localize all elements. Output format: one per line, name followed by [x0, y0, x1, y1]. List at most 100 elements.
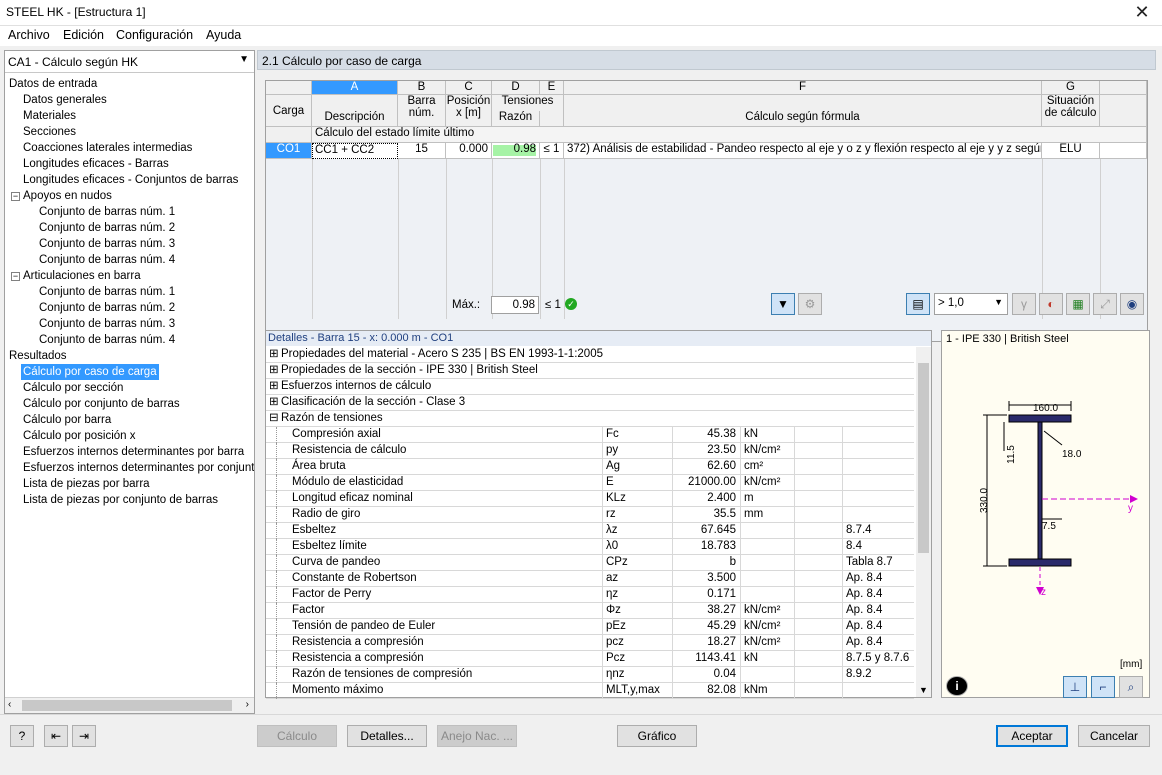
tree-item[interactable]: Conjunto de barras núm. 3 — [39, 316, 175, 332]
col-letter-c[interactable]: C — [446, 81, 492, 95]
tree-item[interactable]: Esfuerzos internos determinantes por con… — [23, 460, 254, 476]
graph-button[interactable]: Gráfico — [617, 725, 697, 747]
tree-item[interactable]: Conjunto de barras núm. 4 — [39, 252, 175, 268]
details-group[interactable]: ⊟ Razón de tensiones — [266, 411, 914, 427]
tree-item[interactable]: Materiales — [23, 108, 76, 124]
filter-select[interactable]: > 1,0 ▼ — [934, 293, 1008, 315]
tree-item[interactable]: Lista de piezas por barra — [23, 476, 150, 492]
details-row: Razón de tensiones de compresión ηnz 0.04 8… — [266, 667, 914, 683]
details-button[interactable]: Detalles... — [347, 725, 427, 747]
tree-item[interactable]: Conjunto de barras núm. 4 — [39, 332, 175, 348]
row-carga[interactable]: CO1 — [266, 143, 312, 159]
details-group[interactable]: ⊞ Clasificación de la sección - Clase 3 — [266, 395, 914, 411]
tree-item-supports[interactable]: Apoyos en nudos — [23, 188, 112, 204]
import-icon[interactable]: ⇤ — [44, 725, 68, 747]
ratio-filter-icon[interactable]: γ — [1012, 293, 1036, 315]
tree-item[interactable]: Cálculo por sección — [23, 380, 123, 396]
menu-ayuda[interactable]: Ayuda — [206, 28, 241, 42]
vertical-scrollbar[interactable]: ▼ — [916, 347, 931, 697]
row-barra[interactable]: 15 — [398, 143, 446, 159]
scroll-down-icon[interactable]: ▼ — [919, 685, 928, 695]
export-icon[interactable]: ⇥ — [72, 725, 96, 747]
chevron-down-icon[interactable]: ▼ — [994, 297, 1003, 307]
scrollbar-thumb[interactable] — [918, 363, 929, 553]
tree-item[interactable]: Conjunto de barras núm. 2 — [39, 220, 175, 236]
annex-button[interactable]: Anejo Nac. ... — [437, 725, 517, 747]
expand-icon[interactable]: ⊞ — [269, 379, 279, 394]
horizontal-scrollbar[interactable]: ‹ › — [5, 697, 254, 713]
col-letter-d[interactable]: D — [492, 81, 540, 95]
case-select[interactable]: CA1 - Cálculo según HK ▼ — [5, 51, 254, 73]
tree-item[interactable]: Cálculo por conjunto de barras — [23, 396, 180, 412]
details-group[interactable]: ⊞ Propiedades del material - Acero S 235 … — [266, 347, 914, 363]
ok-button[interactable]: Aceptar — [996, 725, 1068, 747]
tree-item[interactable]: Coacciones laterales intermedias — [23, 140, 192, 156]
col-letter-g[interactable]: G — [1042, 81, 1100, 95]
tree-item[interactable]: Lista de piezas por conjunto de barras — [23, 492, 218, 508]
scroll-right-icon[interactable]: › — [246, 699, 249, 710]
menu-configuracion[interactable]: Configuración — [116, 28, 193, 42]
tree-item[interactable]: Conjunto de barras núm. 2 — [39, 300, 175, 316]
col-letter-b[interactable]: B — [398, 81, 446, 95]
details-group[interactable]: ⊞ Esfuerzos internos de cálculo — [266, 379, 914, 395]
menu-archivo[interactable]: Archivo — [8, 28, 50, 42]
tree-item-hinges[interactable]: Articulaciones en barra — [23, 268, 141, 284]
color-scale-icon[interactable]: ◐ — [1039, 293, 1063, 315]
tree-item[interactable]: Conjunto de barras núm. 3 — [39, 236, 175, 252]
show-stresses-icon[interactable]: ⊥ — [1063, 676, 1087, 698]
tree-item[interactable]: Cálculo por barra — [23, 412, 111, 428]
row-razon[interactable]: 0.98 — [492, 143, 540, 159]
tree-item[interactable]: Secciones — [23, 124, 76, 140]
tree-item[interactable]: Cálculo por posición x — [23, 428, 136, 444]
tree-item[interactable]: Esfuerzos internos determinantes por bar… — [23, 444, 244, 460]
select-member-icon[interactable]: ⤢ — [1093, 293, 1117, 315]
details-row-name: Resistencia de cálculo — [292, 444, 407, 456]
details-row-symbol: E — [606, 476, 614, 488]
dim-tf: 11.5 — [1005, 445, 1017, 464]
details-row: Longitud eficaz nominal KLz 2.400 m — [266, 491, 914, 507]
info-icon[interactable]: i — [946, 676, 968, 696]
col-letter-a[interactable]: A — [312, 81, 398, 95]
expand-icon[interactable]: ⊞ — [269, 347, 279, 362]
show-ratios-icon[interactable]: ▤ — [906, 293, 930, 315]
collapse-icon[interactable]: − — [11, 272, 20, 281]
tree-item[interactable]: Longitudes eficaces - Barras — [23, 156, 169, 172]
close-icon[interactable]: ✕ — [1130, 2, 1154, 22]
collapse-icon[interactable]: − — [11, 192, 20, 201]
tree-item[interactable]: Longitudes eficaces - Conjuntos de barra… — [23, 172, 238, 188]
col-letter-empty — [1100, 81, 1147, 95]
export-excel-icon[interactable]: ▦ — [1066, 293, 1090, 315]
collapse-icon[interactable]: ⊟ — [269, 411, 279, 426]
details-row-value: 35.5 — [713, 508, 736, 520]
cancel-button[interactable]: Cancelar — [1078, 725, 1150, 747]
zoom-icon[interactable]: ⌕ — [1119, 676, 1143, 698]
details-group[interactable]: ⊞ Propiedades de la sección - IPE 330 | B… — [266, 363, 914, 379]
show-dimensions-icon[interactable]: ⌐ — [1091, 676, 1115, 698]
row-formula[interactable]: 372) Análisis de estabilidad - Pandeo re… — [564, 143, 1042, 159]
tree-item[interactable]: Datos generales — [23, 92, 107, 108]
row-posicion[interactable]: 0.000 — [446, 143, 492, 159]
tree-item[interactable]: Conjunto de barras núm. 1 — [39, 284, 175, 300]
help-icon[interactable]: ? — [10, 725, 34, 747]
details-panel: Detalles - Barra 15 - x: 0.000 m - CO1 ⊞… — [265, 330, 932, 699]
expand-icon[interactable]: ⊞ — [269, 363, 279, 378]
row-le[interactable]: ≤ 1 — [540, 143, 564, 159]
scrollbar-thumb[interactable] — [22, 700, 232, 711]
details-row-symbol: MLT,y,max — [606, 684, 660, 696]
col-letter-e[interactable]: E — [540, 81, 564, 95]
tree-results-root[interactable]: Resultados — [9, 348, 67, 364]
scroll-left-icon[interactable]: ‹ — [8, 699, 11, 710]
tree-item-selected[interactable]: Cálculo por caso de carga — [21, 364, 159, 380]
tree-input-root[interactable]: Datos de entrada — [9, 76, 97, 92]
col-letter-f[interactable]: F — [564, 81, 1042, 95]
result-bars-icon[interactable]: ▼ — [771, 293, 795, 315]
row-desc[interactable]: CC1 + CC2 — [312, 143, 398, 159]
row-situacion[interactable]: ELU — [1042, 143, 1100, 159]
tree-item[interactable]: Conjunto de barras núm. 1 — [39, 204, 175, 220]
menu-edicion[interactable]: Edición — [63, 28, 104, 42]
chevron-down-icon[interactable]: ▼ — [239, 54, 249, 65]
expand-icon[interactable]: ⊞ — [269, 395, 279, 410]
filter-members-icon[interactable]: ⚙ — [798, 293, 822, 315]
calc-button[interactable]: Cálculo — [257, 725, 337, 747]
view-icon[interactable]: ◉ — [1120, 293, 1144, 315]
